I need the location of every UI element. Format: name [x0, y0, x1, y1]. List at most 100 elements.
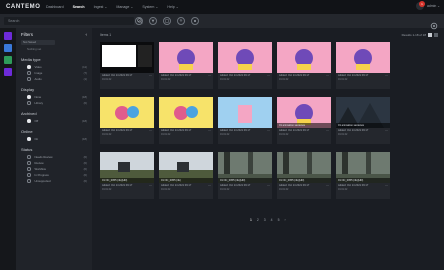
filter-option[interactable]: Unsupported (0)	[27, 179, 87, 183]
asset-card[interactable]: Added: Oct 14 2021 09:17 ⋯ 01:01:42	[218, 97, 272, 144]
saved-filter-select[interactable]: Not Saved	[21, 40, 55, 45]
grid-view-icon[interactable]	[428, 33, 432, 37]
asset-thumbnail[interactable]: 01 animation sentence	[277, 97, 331, 128]
radio-icon[interactable]	[27, 173, 31, 177]
radio-on-icon[interactable]	[27, 137, 31, 141]
select-all-icon[interactable]	[135, 17, 143, 25]
more-options-icon[interactable]: ⋯	[208, 74, 211, 77]
asset-thumbnail[interactable]: 01 NC_0055 (4k)(HD)	[336, 152, 390, 183]
more-options-icon[interactable]: ⋯	[326, 129, 329, 132]
radio-on-icon[interactable]	[27, 65, 31, 69]
export-icon[interactable]	[177, 17, 185, 25]
saved-search-icon[interactable]	[4, 68, 12, 76]
asset-thumbnail[interactable]	[218, 97, 272, 128]
asset-thumbnail[interactable]	[336, 42, 390, 73]
app-logo[interactable]: CANTEMO	[6, 4, 42, 10]
asset-card[interactable]: 01 animation sentence Added: Oct 14 2021 …	[277, 97, 331, 144]
filter-option[interactable]: On (18)	[27, 137, 87, 141]
more-options-icon[interactable]: ⋯	[385, 74, 388, 77]
filter-option[interactable]: Image (7)	[27, 71, 87, 75]
collections-icon[interactable]	[4, 56, 12, 64]
nav-help[interactable]: Help ⌄	[167, 5, 178, 9]
page-link[interactable]: 5	[278, 218, 280, 222]
asset-card[interactable]: Added: Oct 14 2021 09:17 ⋯ 01:01:42	[100, 42, 154, 89]
filter-option[interactable]: In Progress (0)	[27, 173, 87, 177]
asset-thumbnail[interactable]	[100, 42, 154, 73]
more-options-icon[interactable]: ⋯	[326, 74, 329, 77]
more-options-icon[interactable]: ⋯	[149, 184, 152, 187]
asset-thumbnail[interactable]	[218, 42, 272, 73]
asset-card[interactable]: Added: Oct 14 2021 09:17 ⋯ 01:01:42	[218, 42, 272, 89]
radio-on-icon[interactable]	[27, 95, 31, 99]
radio-icon[interactable]	[27, 167, 31, 171]
nav-manage[interactable]: Manage ⌄	[116, 5, 133, 9]
list-view-icon[interactable]	[434, 33, 438, 37]
user-menu[interactable]: admin ⌄	[427, 4, 440, 8]
asset-thumbnail[interactable]	[159, 42, 213, 73]
asset-card[interactable]: Added: Oct 14 2021 09:17 ⋯ 01:01:42	[336, 42, 390, 89]
asset-card[interactable]: Added: Oct 14 2021 09:17 ⋯ 01:01:42	[100, 97, 154, 144]
radio-icon[interactable]	[27, 71, 31, 75]
radio-icon[interactable]	[27, 179, 31, 183]
more-options-icon[interactable]: ⋯	[149, 129, 152, 132]
radio-icon[interactable]	[27, 77, 31, 81]
asset-card[interactable]: Added: Oct 14 2021 09:17 ⋯ 01:01:42	[277, 42, 331, 89]
filter-icon[interactable]	[149, 17, 157, 25]
radio-icon[interactable]	[27, 155, 31, 159]
asset-card[interactable]: 01 NC_0055 (4k)(HD) Added: Oct 14 2021 09…	[277, 152, 331, 199]
more-options-icon[interactable]: ⋯	[385, 184, 388, 187]
next-page-link[interactable]: ›	[284, 218, 285, 222]
settings-icon[interactable]	[430, 17, 438, 30]
asset-thumbnail[interactable]: 01 NC_0055 (4k)	[159, 152, 213, 183]
asset-card[interactable]: 01 NC_0055 (4k) Added: Oct 14 2021 09:17 ⋯…	[159, 152, 213, 199]
nav-dashboard[interactable]: Dashboard	[46, 5, 64, 9]
more-options-icon[interactable]: ⋯	[208, 184, 211, 187]
asset-thumbnail[interactable]: 01 animation sentence	[336, 97, 390, 128]
asset-card[interactable]: Added: Oct 14 2021 09:17 ⋯ 01:01:42	[159, 97, 213, 144]
filter-option[interactable]: Needs Review (0)	[27, 155, 87, 159]
filter-panel-icon[interactable]	[4, 32, 12, 40]
filter-option[interactable]: Audio (1)	[27, 77, 87, 81]
more-options-icon[interactable]: ⋯	[267, 129, 270, 132]
collection-add-icon[interactable]	[163, 17, 171, 25]
asset-card[interactable]: 01 NC_0055 (4k)(HD) Added: Oct 14 2021 09…	[336, 152, 390, 199]
asset-thumbnail[interactable]	[159, 97, 213, 128]
filter-option[interactable]: None (18)	[27, 95, 87, 99]
page-link[interactable]: 4	[271, 218, 273, 222]
filter-option[interactable]: Library (0)	[27, 101, 87, 105]
filter-option[interactable]: Video (11)	[27, 65, 87, 69]
asset-thumbnail[interactable]	[277, 42, 331, 73]
page-link[interactable]: 3	[264, 218, 266, 222]
asset-thumbnail[interactable]: 01 NC_0055 (4k)(HD)	[218, 152, 272, 183]
filter-option[interactable]: Off (18)	[27, 119, 87, 123]
notifications-icon[interactable]: 1	[415, 1, 425, 10]
more-options-icon[interactable]: ⋯	[208, 129, 211, 132]
more-options-icon[interactable]: ⋯	[326, 184, 329, 187]
nav-search[interactable]: Search	[73, 5, 85, 9]
radio-on-icon[interactable]	[27, 119, 31, 123]
asset-thumbnail[interactable]	[100, 97, 154, 128]
more-options-icon[interactable]: ⋯	[385, 129, 388, 132]
search-input[interactable]: Search	[4, 17, 134, 25]
nav-system[interactable]: System ⌄	[142, 5, 158, 9]
radio-icon[interactable]	[27, 101, 31, 105]
asset-card[interactable]: 01 NC_0055 (4k)(HD) Added: Oct 14 2021 09…	[218, 152, 272, 199]
nav-ingest[interactable]: Ingest ⌄	[94, 5, 108, 9]
asset-thumbnail[interactable]: 01 NC_0055 (4k)(HD)	[277, 152, 331, 183]
filter-option[interactable]: Workflow (0)	[27, 167, 87, 171]
more-options-icon[interactable]: ⋯	[149, 74, 152, 77]
radio-icon[interactable]	[27, 161, 31, 165]
page-link[interactable]: 1	[250, 218, 252, 222]
share-icon[interactable]	[191, 17, 199, 25]
asset-card[interactable]: 01 NC_0055 (4k)(HD) Added: Oct 14 2021 09…	[100, 152, 154, 199]
more-options-icon[interactable]: ⋯	[267, 184, 270, 187]
more-options-icon[interactable]: ⋯	[267, 74, 270, 77]
collapse-icon[interactable]: ‹	[86, 32, 87, 37]
page-link[interactable]: 2	[257, 218, 259, 222]
asset-duration: 01:01:42	[161, 133, 171, 136]
folder-icon[interactable]	[4, 44, 12, 52]
asset-card[interactable]: Added: Oct 14 2021 09:17 ⋯ 01:01:42	[159, 42, 213, 89]
filter-option[interactable]: Review (0)	[27, 161, 87, 165]
asset-card[interactable]: 01 animation sentence Added: Oct 14 2021 …	[336, 97, 390, 144]
asset-thumbnail[interactable]: 01 NC_0055 (4k)(HD)	[100, 152, 154, 183]
